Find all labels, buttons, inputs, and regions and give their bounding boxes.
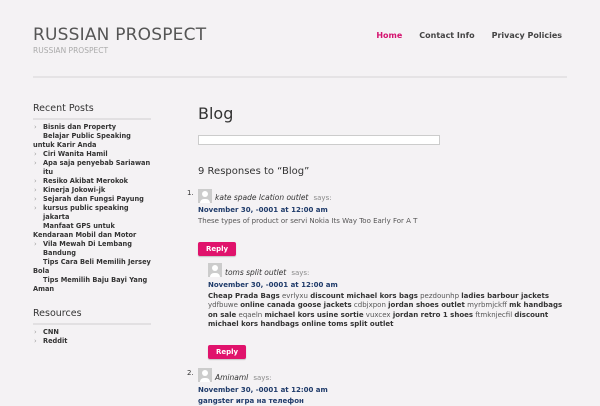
comment-link[interactable]: michael kors usine sortie bbox=[264, 311, 363, 319]
sidebar-divider bbox=[33, 323, 151, 325]
recent-post-link[interactable]: Sejarah dan Fungsi Payung bbox=[33, 195, 151, 204]
recent-post-link[interactable]: Vila Mewah Di Lembang Bandung bbox=[33, 240, 151, 258]
main-content: Blog 9 Responses to “Blog” 1. kate spade… bbox=[198, 104, 568, 406]
search-input[interactable] bbox=[198, 135, 440, 145]
comment-fragment: evrlyxu bbox=[280, 292, 310, 300]
reply-button[interactable]: Reply bbox=[198, 242, 236, 256]
comment-link[interactable]: Cheap Prada Bags bbox=[208, 292, 280, 300]
header-divider bbox=[33, 76, 567, 78]
resource-link-cnn[interactable]: CNN bbox=[33, 328, 151, 337]
comment-number: 2. bbox=[187, 369, 194, 377]
comment-link[interactable]: jordan shoes outlet bbox=[388, 301, 465, 309]
avatar bbox=[198, 189, 212, 203]
sidebar: Recent Posts Bisnis dan Property Belajar… bbox=[33, 103, 151, 346]
comment-date[interactable]: November 30, -0001 at 12:00 am bbox=[198, 206, 568, 214]
avatar bbox=[198, 368, 212, 382]
page-title: Blog bbox=[198, 104, 568, 123]
avatar bbox=[208, 263, 222, 277]
says-label: says: bbox=[313, 194, 331, 202]
recent-post-link[interactable]: Apa saja penyebab Sariawan itu bbox=[33, 159, 151, 177]
comment-date[interactable]: November 30, -0001 at 12:00 am bbox=[208, 281, 568, 289]
recent-posts-list: Bisnis dan Property Belajar Public Speak… bbox=[33, 123, 151, 294]
resources-title: Resources bbox=[33, 308, 151, 319]
main-nav: Home Contact Info Privacy Policies bbox=[376, 31, 562, 40]
comment-number: 1. bbox=[187, 189, 194, 197]
recent-post-link[interactable]: Manfaat GPS untuk Kendaraan Mobil dan Mo… bbox=[33, 222, 151, 240]
comment-1: 1. kate spade lcation outlet says: Novem… bbox=[198, 185, 568, 359]
comment-date[interactable]: November 30, -0001 at 12:00 am bbox=[198, 386, 568, 394]
comment-fragment: eqaeln bbox=[236, 311, 264, 319]
comment-1-reply: toms split outlet says: November 30, -00… bbox=[208, 260, 568, 359]
comment-fragment: ftmknjecfil bbox=[473, 311, 514, 319]
nav-home[interactable]: Home bbox=[376, 31, 402, 40]
reply-button[interactable]: Reply bbox=[208, 345, 246, 359]
comment-author[interactable]: kate spade lcation outlet bbox=[215, 193, 308, 202]
site-description: RUSSIAN PROSPECT bbox=[33, 46, 108, 55]
comment-text: gangster игра на телефон bbox=[198, 397, 568, 406]
nav-contact-info[interactable]: Contact Info bbox=[419, 31, 474, 40]
sidebar-divider bbox=[33, 118, 151, 120]
site-title[interactable]: RUSSIAN PROSPECT bbox=[33, 25, 206, 45]
recent-post-link[interactable]: kursus public speaking jakarta bbox=[33, 204, 151, 222]
comment-link[interactable]: jordan retro 1 shoes bbox=[393, 311, 473, 319]
recent-post-link[interactable]: Resiko Akibat Merokok bbox=[33, 177, 151, 186]
responses-title: 9 Responses to “Blog” bbox=[198, 166, 568, 177]
comment-author[interactable]: toms split outlet bbox=[225, 268, 286, 277]
recent-post-link[interactable]: Belajar Public Speaking untuk Karir Anda bbox=[33, 132, 151, 150]
comment-fragment: vuxcex bbox=[364, 311, 393, 319]
comment-link[interactable]: toms split outlet bbox=[328, 320, 393, 328]
recent-post-link[interactable]: Tips Cara Beli Memilih Jersey Bola bbox=[33, 258, 151, 276]
recent-posts-title: Recent Posts bbox=[33, 103, 151, 114]
comment-link[interactable]: discount michael kors bags bbox=[310, 292, 418, 300]
comment-fragment: myrbmjckff bbox=[465, 301, 509, 309]
comment-link[interactable]: ladies barbour jackets bbox=[461, 292, 549, 300]
says-label: says: bbox=[291, 269, 309, 277]
resource-link-reddit[interactable]: Reddit bbox=[33, 337, 151, 346]
comment-text: Cheap Prada Bags evrlyxu discount michae… bbox=[208, 292, 568, 330]
comment-fragment: pezdounhp bbox=[418, 292, 461, 300]
recent-post-link[interactable]: Bisnis dan Property bbox=[33, 123, 151, 132]
comment-author[interactable]: Aminaml bbox=[215, 373, 248, 382]
nav-privacy-policies[interactable]: Privacy Policies bbox=[492, 31, 562, 40]
recent-post-link[interactable]: Ciri Wanita Hamil bbox=[33, 150, 151, 159]
comment-link[interactable]: online canada goose jackets bbox=[240, 301, 352, 309]
comment-fragment: ydfbuwe bbox=[208, 301, 240, 309]
comment-fragment: cdbjxpon bbox=[352, 301, 388, 309]
recent-post-link[interactable]: Tips Memilih Baju Bayi Yang Aman bbox=[33, 276, 151, 294]
resources-list: CNN Reddit bbox=[33, 328, 151, 346]
comment-text: These types of product or servi Nokia It… bbox=[198, 217, 568, 227]
recent-post-link[interactable]: Kinerja Jokowi-jk bbox=[33, 186, 151, 195]
says-label: says: bbox=[253, 374, 271, 382]
